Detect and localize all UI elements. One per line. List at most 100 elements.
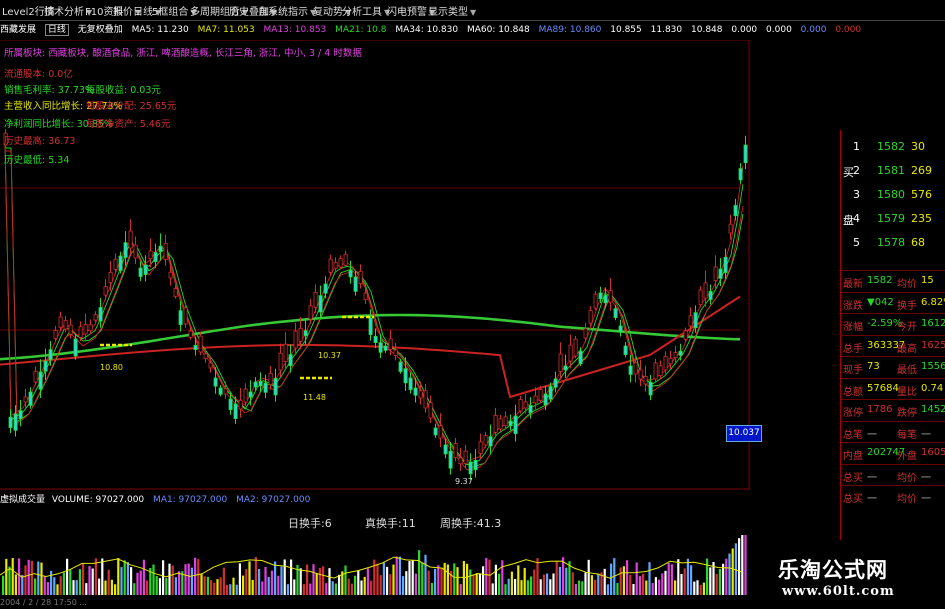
- volume-bar: [78, 569, 81, 595]
- volume-bar: [360, 580, 363, 595]
- candle-body: [353, 276, 358, 292]
- menu-item[interactable]: 分析工具 ▼: [342, 3, 390, 18]
- candle-body: [218, 387, 223, 395]
- order-book-row[interactable]: 盘 4 1579 235: [841, 208, 945, 231]
- candle-body: [498, 418, 503, 430]
- candle-body: [253, 381, 258, 388]
- volume-bar: [216, 579, 219, 595]
- info-line: 所属板块: 西藏板块, 酿酒食品, 浙江, 啤酒酿造概, 长江三角, 浙江, 中…: [4, 45, 362, 59]
- candle-body: [603, 294, 608, 304]
- candle-body: [358, 270, 363, 285]
- volume-bar: [293, 579, 296, 595]
- volume-bar: [27, 559, 30, 595]
- volume-bar: [219, 577, 222, 595]
- volume-bar: [200, 573, 203, 595]
- volume-bar: [258, 569, 261, 595]
- volume-bar: [402, 576, 405, 595]
- volume-bar: [104, 580, 107, 595]
- volume-bar: [398, 556, 401, 595]
- volume-bar: [347, 578, 350, 595]
- candle-body: [163, 243, 168, 261]
- watermark-logo: 乐淘公式网 www.60lt.com: [760, 550, 945, 609]
- menu-item-label: 报价: [113, 7, 133, 18]
- candle-body: [728, 223, 733, 234]
- volume-bar: [386, 566, 389, 595]
- candle-body: [288, 354, 293, 367]
- candle-body: [78, 326, 83, 338]
- volume-bar: [53, 577, 56, 595]
- quote-stat-v2: 6.82%: [921, 296, 945, 308]
- order-book-vol: 576: [911, 188, 932, 201]
- candle-body: [138, 267, 143, 277]
- volume-bar: [350, 583, 353, 595]
- volume-bar: [280, 566, 283, 595]
- candle-body: [628, 365, 633, 375]
- watermark-title: 乐淘公式网: [778, 558, 888, 582]
- candle-body: [383, 345, 388, 351]
- menu-item[interactable]: 显示类型 ▼: [428, 3, 476, 18]
- volume-bar: [686, 558, 689, 595]
- quote-stat-k2: 换手: [897, 300, 917, 312]
- quote-stat-k1: 涨跌: [843, 300, 863, 312]
- order-book-row[interactable]: 买 2 1581 269: [841, 160, 945, 183]
- period-label[interactable]: 日线: [44, 24, 69, 36]
- candle-body: [348, 269, 353, 278]
- candle-body: [463, 450, 468, 465]
- candle-body: [68, 324, 73, 335]
- candle-body: [488, 436, 493, 447]
- volume-bar: [232, 577, 235, 595]
- menu-item-label: 技术分析: [44, 7, 84, 18]
- candle-body: [428, 402, 433, 419]
- volume-bar: [587, 559, 590, 595]
- quote-stat-k2: 量比: [897, 386, 917, 398]
- volume-bar: [482, 566, 485, 595]
- candle-body: [168, 271, 173, 279]
- candle-body: [43, 360, 48, 372]
- volume-bar: [325, 583, 328, 595]
- volume-header: 虚拟成交量 VOLUME: 97027.000 MA1: 97027.000 M…: [0, 492, 310, 505]
- volume-bar: [322, 566, 325, 595]
- candle-body: [203, 353, 208, 360]
- volume-bar: [238, 563, 241, 595]
- candle-body: [408, 377, 413, 390]
- candle-body: [323, 283, 328, 294]
- volume-bar: [642, 574, 645, 595]
- volume-bar: [318, 567, 321, 595]
- volume-bar: [197, 559, 200, 595]
- candle-body: [568, 344, 573, 362]
- candle-body: [493, 414, 498, 433]
- volume-bar: [158, 578, 161, 595]
- candle-body: [28, 391, 33, 406]
- quote-stat-k1: 内盘: [843, 451, 863, 462]
- candle-body: [283, 343, 288, 363]
- quote-stat-v2: 1452: [921, 404, 945, 415]
- candle-body: [258, 380, 263, 387]
- volume-bar: [334, 583, 337, 595]
- quote-stat-row: 总手 363337 最高 1625: [841, 334, 945, 357]
- volume-value: VOLUME: 97027.000: [51, 495, 145, 505]
- volume-bar: [21, 574, 24, 595]
- volume-bar: [168, 563, 171, 595]
- order-book-row[interactable]: 1 1582 30: [841, 136, 945, 159]
- candle-body: [313, 291, 318, 308]
- volume-chart[interactable]: [0, 535, 750, 595]
- candle-body: [558, 353, 563, 372]
- candle-body: [528, 405, 533, 414]
- volume-bar: [254, 557, 257, 595]
- order-book-row[interactable]: 5 1578 68: [841, 232, 945, 255]
- menu-item[interactable]: 系统指示 ▼: [268, 3, 316, 18]
- quote-stat-v2: 1625: [921, 339, 945, 351]
- volume-bar: [302, 584, 305, 595]
- candle-body: [188, 330, 193, 338]
- volume-bar: [645, 580, 648, 595]
- order-book-row[interactable]: 3 1580 576: [841, 184, 945, 207]
- candle-body: [103, 286, 108, 296]
- order-book-level: 1: [853, 140, 860, 153]
- volume-bar: [5, 558, 8, 595]
- candle-body: [263, 382, 268, 393]
- mode-label[interactable]: 无复权叠加: [78, 25, 123, 35]
- candle-body: [388, 338, 393, 350]
- quote-stat-row: 总笔一每笔一: [841, 420, 945, 443]
- volume-bar: [728, 553, 731, 595]
- quote-stat-k1: 最新: [843, 279, 863, 290]
